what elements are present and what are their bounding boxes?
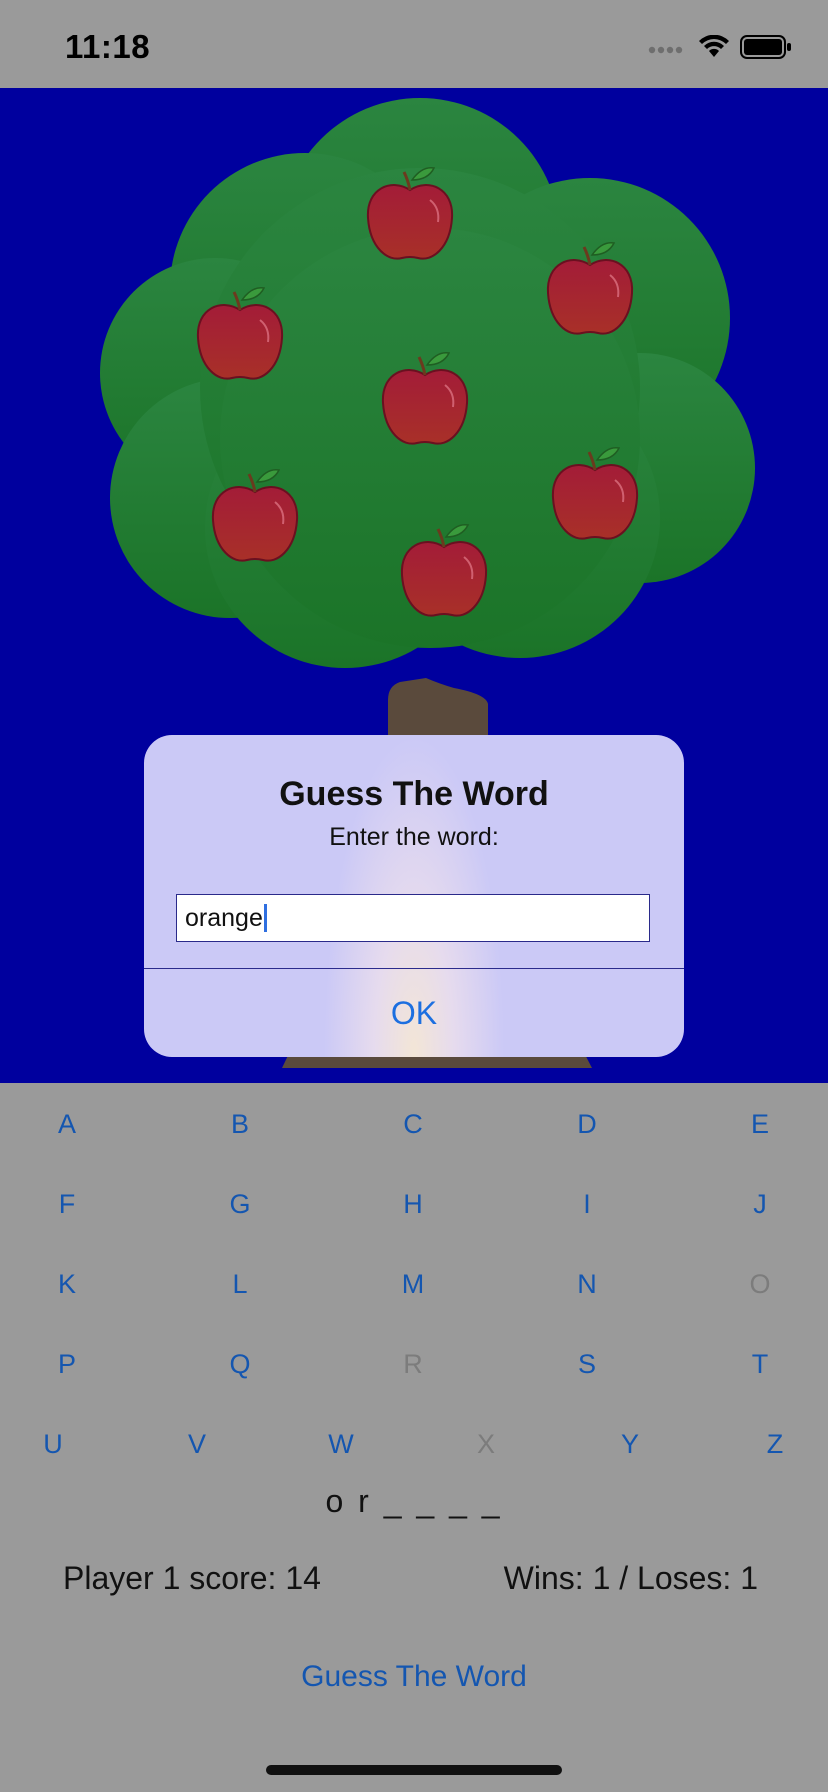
status-time: 11:18 xyxy=(65,28,151,65)
letter-key-j[interactable]: J xyxy=(730,1179,790,1229)
letter-key-g[interactable]: G xyxy=(210,1179,270,1229)
home-indicator[interactable] xyxy=(266,1765,562,1775)
player-score: Player 1 score: 14 xyxy=(63,1560,321,1596)
letter-key-z[interactable]: Z xyxy=(745,1419,805,1469)
word-input-field[interactable]: orange xyxy=(176,894,650,942)
status-bar: 11:18 xyxy=(0,0,828,88)
letter-key-h[interactable]: H xyxy=(383,1179,443,1229)
letter-key-o: O xyxy=(749,1269,771,1299)
letter-key-d[interactable]: D xyxy=(557,1099,617,1149)
letter-key-b[interactable]: B xyxy=(210,1099,270,1149)
text-caret xyxy=(263,904,267,932)
guess-the-word-button[interactable]: Guess The Word xyxy=(0,1660,828,1694)
letter-key-i[interactable]: I xyxy=(557,1179,617,1229)
letter-key-y[interactable]: Y xyxy=(600,1419,660,1469)
letter-key-w[interactable]: W xyxy=(311,1419,371,1469)
letter-key-a[interactable]: A xyxy=(37,1099,97,1149)
letter-key-m[interactable]: M xyxy=(383,1259,443,1309)
letter-key-c[interactable]: C xyxy=(383,1099,443,1149)
letter-key-l[interactable]: L xyxy=(210,1259,270,1309)
word-display: o r _ _ _ _ xyxy=(325,1483,503,1519)
letter-key-r: R xyxy=(403,1349,423,1379)
letter-key-x: X xyxy=(476,1429,495,1459)
letter-key-v[interactable]: V xyxy=(167,1419,227,1469)
letter-key-k[interactable]: K xyxy=(37,1259,97,1309)
alert-title: Guess The Word xyxy=(279,775,549,813)
letter-key-t[interactable]: T xyxy=(730,1339,790,1389)
letter-key-p[interactable]: P xyxy=(37,1339,97,1389)
letter-key-f[interactable]: F xyxy=(37,1179,97,1229)
status-icons xyxy=(648,34,792,60)
letter-key-e[interactable]: E xyxy=(730,1099,790,1149)
ok-button[interactable]: OK xyxy=(144,969,684,1057)
word-input-value: orange xyxy=(185,903,263,932)
guess-word-alert: Guess The Word Enter the word: orange OK xyxy=(144,735,684,1057)
letter-key-q[interactable]: Q xyxy=(210,1339,270,1389)
alert-message: Enter the word: xyxy=(329,823,499,851)
letter-key-n[interactable]: N xyxy=(557,1259,617,1309)
wifi-icon xyxy=(699,35,729,57)
wins-loses-record: Wins: 1 / Loses: 1 xyxy=(503,1560,758,1596)
letter-key-s[interactable]: S xyxy=(557,1339,617,1389)
cellular-signal-icon xyxy=(648,46,683,54)
letter-key-u[interactable]: U xyxy=(23,1419,83,1469)
battery-icon xyxy=(740,35,791,59)
